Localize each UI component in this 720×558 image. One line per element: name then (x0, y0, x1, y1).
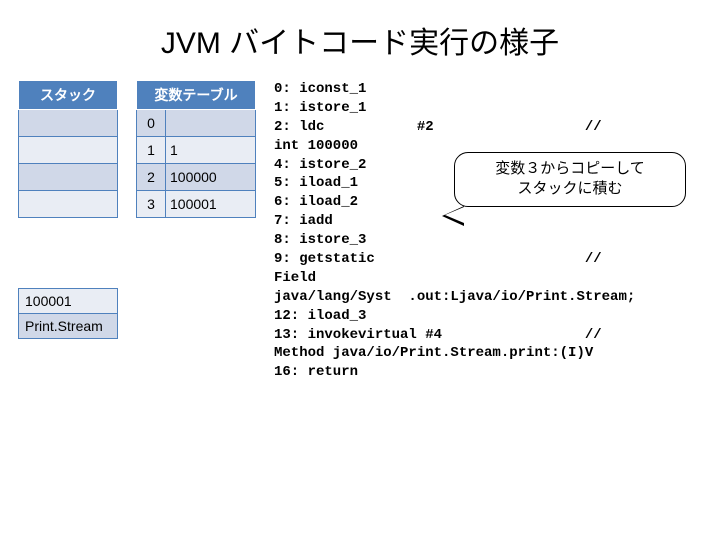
bytecode-listing: 0: iconst_1 1: istore_1 2: ldc #2 // int… (274, 80, 702, 382)
stack-cell (19, 110, 118, 137)
var-val (166, 110, 256, 137)
stack-lower-table: 100001 Print.Stream (18, 288, 118, 339)
vartable-header: 変数テーブル (137, 81, 256, 110)
code-line: 7: iadd (274, 213, 333, 229)
var-idx: 3 (137, 191, 166, 218)
stack-cell (19, 164, 118, 191)
code-line: 4: istore_2 (274, 157, 366, 173)
code-line: Field (274, 270, 316, 286)
callout-line1: 変数３からコピーして (465, 159, 675, 179)
callout-bubble: 変数３からコピーして スタックに積む (454, 152, 686, 207)
code-line: Method java/io/Print.Stream.print:(I)V (274, 345, 593, 361)
var-val: 100001 (166, 191, 256, 218)
code-line: 0: iconst_1 (274, 81, 366, 97)
vartable-column: 変数テーブル 0 1 1 2 100000 3 100001 (136, 80, 256, 218)
stack-cell (19, 191, 118, 218)
stack-cell (19, 137, 118, 164)
stack-column: スタック 100001 Print.Stream (18, 80, 118, 339)
stack-lower-cell: 100001 (19, 289, 118, 314)
stack-lower-cell: Print.Stream (19, 314, 118, 339)
bytecode-column: 変数３からコピーして スタックに積む 0: iconst_1 1: istore… (274, 80, 702, 382)
code-line: 13: invokevirtual #4 // (274, 327, 602, 343)
callout-tail-inner (445, 207, 464, 223)
code-line: 8: istore_3 (274, 232, 366, 248)
code-line: 16: return (274, 364, 358, 380)
variable-table: 変数テーブル 0 1 1 2 100000 3 100001 (136, 80, 256, 218)
callout-line2: スタックに積む (465, 179, 675, 199)
var-idx: 0 (137, 110, 166, 137)
code-line: java/lang/Syst .out:Ljava/io/Print.Strea… (274, 289, 635, 305)
slide-title: JVM バイトコード実行の様子 (0, 18, 720, 62)
var-val: 100000 (166, 164, 256, 191)
stack-table: スタック (18, 80, 118, 218)
code-line: 12: iload_3 (274, 308, 366, 324)
content-row: スタック 100001 Print.Stream 変数テーブル 0 1 1 2 (0, 80, 720, 382)
var-idx: 2 (137, 164, 166, 191)
code-line: 5: iload_1 (274, 175, 358, 191)
stack-header: スタック (19, 81, 118, 110)
code-line: 9: getstatic // (274, 251, 602, 267)
var-val: 1 (166, 137, 256, 164)
code-line: 6: iload_2 (274, 194, 358, 210)
code-line: 2: ldc #2 // (274, 119, 602, 135)
var-idx: 1 (137, 137, 166, 164)
code-line: int 100000 (274, 138, 358, 154)
code-line: 1: istore_1 (274, 100, 366, 116)
